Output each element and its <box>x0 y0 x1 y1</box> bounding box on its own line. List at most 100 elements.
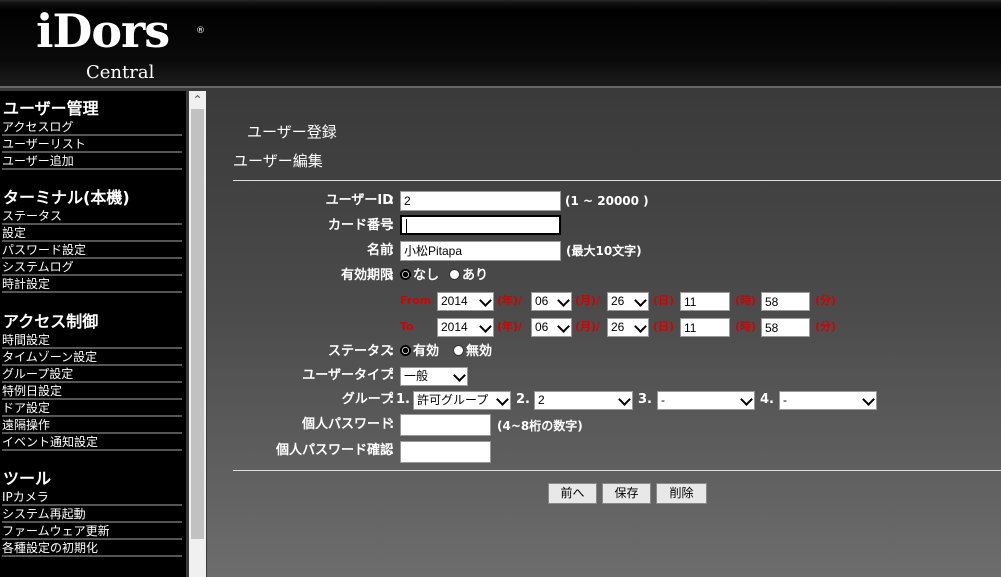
group-3-select[interactable]: - <box>657 391 755 410</box>
colon: : <box>389 344 395 359</box>
sidebar-item-settings[interactable]: 設定 <box>2 226 182 242</box>
month-unit: (月)/ <box>575 294 601 307</box>
password-confirm-label: 個人パスワード確認 <box>275 443 393 458</box>
scroll-up-arrow-icon[interactable]: ⌃ <box>189 91 206 108</box>
scroll-thumb[interactable] <box>191 109 204 539</box>
chevron-down-icon <box>557 294 570 307</box>
colon: : <box>389 243 395 258</box>
from-minute-input[interactable]: 58 <box>761 292 810 311</box>
personal-password-label: 個人パスワード <box>301 417 393 432</box>
sidebar-item-firmware-update[interactable]: ファームウェア更新 <box>2 524 182 540</box>
colon: : <box>389 193 395 208</box>
group-4-number: 4. <box>760 392 774 407</box>
chevron-down-icon <box>479 320 492 333</box>
card-number-input[interactable] <box>400 215 561 235</box>
sidebar-item-ip-camera[interactable]: IPカメラ <box>2 490 182 506</box>
group-1-number: 1. <box>396 392 410 407</box>
sidebar-item-time-settings[interactable]: 時間設定 <box>2 333 182 349</box>
radio-selected-icon[interactable] <box>400 269 411 280</box>
from-month-select[interactable]: 06 <box>531 292 572 311</box>
to-minute-input[interactable]: 58 <box>761 318 810 337</box>
page-title: ユーザー登録 <box>247 123 337 141</box>
user-type-label: ユーザータイプ <box>302 368 393 383</box>
group-2-number: 2. <box>516 392 530 407</box>
sidebar-item-system-restart[interactable]: システム再起動 <box>2 507 182 523</box>
validity-option-yes[interactable]: あり <box>449 266 488 286</box>
sidebar-item-group-settings[interactable]: グループ設定 <box>2 367 182 383</box>
day-unit: (日) <box>653 294 675 307</box>
text-cursor <box>406 219 407 233</box>
colon: : <box>389 417 395 432</box>
to-month-select[interactable]: 06 <box>531 318 572 337</box>
sidebar-item-factory-reset[interactable]: 各種設定の初期化 <box>2 541 182 557</box>
user-id-hint: (1 ~ 20000 ) <box>565 194 649 208</box>
year-unit: (年)/ <box>497 320 523 333</box>
hour-unit: (時) <box>735 294 757 307</box>
status-label: ステータス <box>327 344 393 359</box>
sidebar-item-password-settings[interactable]: パスワード設定 <box>2 243 182 259</box>
divider-bottom <box>233 470 1001 471</box>
sidebar-scrollbar[interactable]: ⌃ <box>189 91 206 577</box>
password-confirm-input[interactable] <box>400 441 491 463</box>
hour-unit: (時) <box>735 320 757 333</box>
group-1-select[interactable]: 許可グループ <box>413 391 511 410</box>
idoors-logo[interactable]: iDors ® Central <box>36 4 205 83</box>
save-button[interactable]: 保存 <box>602 483 651 504</box>
section-title: ユーザー編集 <box>233 152 323 170</box>
from-hour-input[interactable]: 11 <box>680 292 730 311</box>
logo-text: iDors <box>36 4 170 58</box>
radio-unselected-icon[interactable] <box>449 269 460 280</box>
day-unit: (日) <box>653 320 675 333</box>
sidebar-item-timezone-settings[interactable]: タイムゾーン設定 <box>2 350 182 366</box>
status-option-enabled[interactable]: 有効 <box>400 342 439 362</box>
group-2-select[interactable]: 2 <box>534 391 633 410</box>
personal-password-input[interactable] <box>400 414 491 436</box>
name-input[interactable]: 小松Pitapa <box>400 241 561 261</box>
from-year-select[interactable]: 2014 <box>437 292 494 311</box>
prev-button[interactable]: 前へ <box>548 483 597 504</box>
sidebar-nav: ユーザー管理 アクセスログ ユーザーリスト ユーザー追加 ターミナル(本機) ス… <box>0 91 186 577</box>
sidebar-item-event-notification[interactable]: イベント通知設定 <box>2 435 182 451</box>
sidebar-item-holiday-settings[interactable]: 特例日設定 <box>2 384 182 400</box>
logo-subtitle: Central <box>86 62 155 83</box>
colon: : <box>389 392 395 407</box>
validity-option-none[interactable]: なし <box>400 266 439 286</box>
delete-button[interactable]: 削除 <box>656 483 707 504</box>
to-label: To <box>400 320 414 333</box>
sidebar-section-terminal: ターミナル(本機) <box>3 188 130 207</box>
chevron-down-icon <box>618 393 631 406</box>
sidebar-item-system-log[interactable]: システムログ <box>2 260 182 276</box>
registered-mark: ® <box>196 26 205 36</box>
chevron-down-icon <box>740 393 753 406</box>
chevron-down-icon <box>479 294 492 307</box>
user-type-select[interactable]: 一般 <box>400 367 468 386</box>
chevron-down-icon <box>634 320 647 333</box>
sidebar-item-add-user[interactable]: ユーザー追加 <box>2 154 182 170</box>
sidebar-item-clock-settings[interactable]: 時計設定 <box>2 277 182 293</box>
year-unit: (年)/ <box>497 294 523 307</box>
colon: : <box>389 368 395 383</box>
user-id-input[interactable]: 2 <box>400 191 561 211</box>
main-content: ユーザー登録 ユーザー編集 ユーザーID : 2 (1 ~ 20000 ) カー… <box>207 91 1001 577</box>
sidebar-item-status[interactable]: ステータス <box>2 209 182 225</box>
card-number-label: カード番号 <box>327 218 393 233</box>
radio-unselected-icon[interactable] <box>453 345 464 356</box>
personal-password-hint: (4~8桁の数字) <box>497 419 583 433</box>
sidebar-item-door-settings[interactable]: ドア設定 <box>2 401 182 417</box>
sidebar-item-remote-operation[interactable]: 遠隔操作 <box>2 418 182 434</box>
colon: : <box>389 268 395 283</box>
from-day-select[interactable]: 26 <box>607 292 649 311</box>
group-4-select[interactable]: - <box>779 391 877 410</box>
colon: : <box>389 218 395 233</box>
user-id-label: ユーザーID <box>325 193 393 208</box>
divider-top <box>233 180 1001 181</box>
minute-unit: (分) <box>815 320 837 333</box>
sidebar-item-user-list[interactable]: ユーザーリスト <box>2 137 182 153</box>
to-day-select[interactable]: 26 <box>607 318 649 337</box>
to-hour-input[interactable]: 11 <box>680 318 730 337</box>
status-option-disabled[interactable]: 無効 <box>453 342 492 362</box>
radio-selected-icon[interactable] <box>400 345 411 356</box>
to-year-select[interactable]: 2014 <box>437 318 494 337</box>
chevron-down-icon <box>496 393 509 406</box>
sidebar-item-access-log[interactable]: アクセスログ <box>2 120 182 136</box>
